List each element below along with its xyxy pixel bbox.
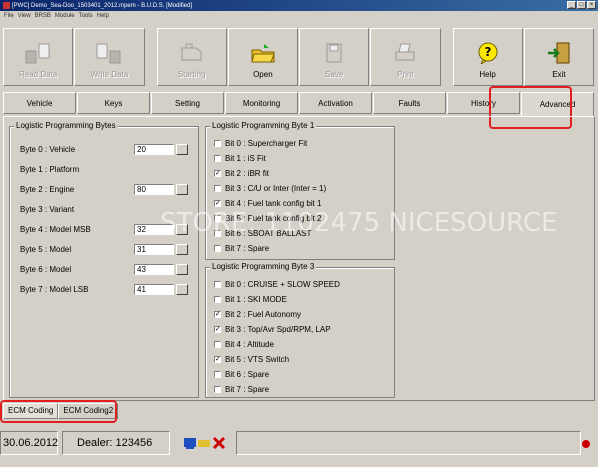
menu-bar: File View BRSB Module Tools Help (0, 11, 598, 20)
byte-0-label: Byte 0 : Vehicle (20, 145, 76, 154)
byte-5-input[interactable]: 31 (134, 244, 174, 255)
byte3-bit5-row[interactable]: ✓ Bit 5 : VTS Switch (214, 355, 289, 364)
status-date: 30.06.2012 (0, 431, 58, 455)
byte3-bit7-row[interactable]: Bit 7 : Spare (214, 385, 269, 394)
byte1-bit0-checkbox[interactable] (214, 140, 221, 147)
byte-4-label: Byte 4 : Model MSB (20, 225, 91, 234)
menu-brsb[interactable]: BRSB (35, 13, 51, 19)
printer-icon (392, 41, 418, 65)
help-icon: ? (475, 41, 501, 65)
logistic-byte3-group: Logistic Programming Byte 3 Bit 0 : CRUI… (205, 262, 395, 398)
minimize-button[interactable]: _ (567, 1, 576, 9)
toolbar: Read Data Write Data Starting Open Save … (3, 28, 595, 88)
byte-0-edit-button[interactable] (176, 144, 188, 155)
byte-2-input[interactable]: 80 (134, 184, 174, 195)
byte-6-edit-button[interactable] (176, 264, 188, 275)
byte1-bit7-row[interactable]: Bit 7 : Spare (214, 244, 269, 253)
byte-0-input[interactable]: 20 (134, 144, 174, 155)
byte3-bit5-checkbox[interactable]: ✓ (214, 356, 221, 363)
byte-2-edit-button[interactable] (176, 184, 188, 195)
tab-monitoring[interactable]: Monitoring (225, 92, 298, 114)
exit-button[interactable]: Exit (523, 28, 594, 86)
byte-7-input[interactable]: 41 (134, 284, 174, 295)
engine-icon (179, 41, 205, 65)
logistic-byte3-title: Logistic Programming Byte 3 (210, 262, 317, 271)
byte-5-label: Byte 5 : Model (20, 245, 72, 254)
ecm-coding-highlight (0, 400, 117, 423)
advanced-panel: Logistic Programming Bytes Byte 0 : Vehi… (3, 116, 595, 401)
byte-7-edit-button[interactable] (176, 284, 188, 295)
app-icon (3, 2, 10, 9)
byte3-bit4-row[interactable]: Bit 4 : Altitude (214, 340, 274, 349)
logistic-bytes-title: Logistic Programming Bytes (14, 121, 118, 130)
byte-6-input[interactable]: 43 (134, 264, 174, 275)
byte1-bit4-row[interactable]: ✓ Bit 4 : Fuel tank config bit 1 (214, 199, 322, 208)
status-message (236, 431, 581, 455)
svg-text:?: ? (484, 45, 491, 59)
status-dealer: Dealer: 123456 (62, 431, 170, 455)
byte-6-label: Byte 6 : Model (20, 265, 72, 274)
byte-7-label: Byte 7 : Model LSB (20, 285, 89, 294)
connection-status (182, 435, 230, 451)
save-button[interactable]: Save (299, 28, 370, 86)
menu-view[interactable]: View (18, 13, 31, 19)
help-button[interactable]: ? Help (452, 28, 523, 86)
byte3-bit4-checkbox[interactable] (214, 341, 221, 348)
print-button[interactable]: Print (370, 28, 441, 86)
tab-faults[interactable]: Faults (373, 92, 446, 114)
byte3-bit1-row[interactable]: Bit 1 : SKI MODE (214, 295, 287, 304)
logistic-byte1-title: Logistic Programming Byte 1 (210, 121, 317, 130)
tab-vehicle[interactable]: Vehicle (3, 92, 76, 114)
window-title: [PWC] Demo_Sea-Doo_1503401_2012.mpem - B… (12, 2, 193, 9)
connection-icon (184, 436, 226, 450)
maximize-button[interactable]: □ (577, 1, 586, 9)
menu-help[interactable]: Help (97, 13, 109, 19)
status-led-icon (582, 440, 590, 448)
byte3-bit7-checkbox[interactable] (214, 386, 221, 393)
save-disk-icon (321, 41, 347, 65)
menu-module[interactable]: Module (55, 13, 75, 19)
read-data-icon (25, 41, 51, 65)
byte3-bit0-row[interactable]: Bit 0 : CRUISE + SLOW SPEED (214, 280, 340, 289)
status-bar: 30.06.2012 Dealer: 123456 (0, 428, 598, 458)
tab-activation[interactable]: Activation (299, 92, 372, 114)
starting-button[interactable]: Starting (156, 28, 227, 86)
byte3-bit6-checkbox[interactable] (214, 371, 221, 378)
write-data-icon (96, 41, 122, 65)
byte-5-edit-button[interactable] (176, 244, 188, 255)
exit-door-icon (546, 41, 572, 65)
byte3-bit0-checkbox[interactable] (214, 281, 221, 288)
byte3-bit6-row[interactable]: Bit 6 : Spare (214, 370, 269, 379)
byte3-bit3-checkbox[interactable]: ✓ (214, 326, 221, 333)
byte-1-label: Byte 1 : Platform (20, 165, 80, 174)
byte1-bit0-row[interactable]: Bit 0 : Supercharger Fit (214, 139, 307, 148)
byte1-bit1-checkbox[interactable] (214, 155, 221, 162)
open-folder-icon (250, 41, 276, 65)
menu-file[interactable]: File (4, 13, 14, 19)
byte3-bit2-row[interactable]: ✓ Bit 2 : Fuel Autonomy (214, 310, 301, 319)
byte1-bit3-row[interactable]: Bit 3 : C/U or Inter (Inter = 1) (214, 184, 326, 193)
logistic-bytes-group: Logistic Programming Bytes Byte 0 : Vehi… (9, 121, 199, 398)
byte-2-label: Byte 2 : Engine (20, 185, 75, 194)
tab-keys[interactable]: Keys (77, 92, 150, 114)
byte-3-label: Byte 3 : Variant (20, 205, 75, 214)
write-data-button[interactable]: Write Data (74, 28, 145, 86)
read-data-button[interactable]: Read Data (3, 28, 74, 86)
byte3-bit2-checkbox[interactable]: ✓ (214, 311, 221, 318)
title-bar: [PWC] Demo_Sea-Doo_1503401_2012.mpem - B… (0, 0, 598, 11)
byte1-bit2-row[interactable]: ✓ Bit 2 : iBR fit (214, 169, 269, 178)
byte1-bit7-checkbox[interactable] (214, 245, 221, 252)
byte1-bit1-row[interactable]: Bit 1 : iS Fit (214, 154, 266, 163)
byte3-bit3-row[interactable]: ✓ Bit 3 : Top/Avr Spd/RPM, LAP (214, 325, 331, 334)
store-watermark: STORE: 1102475 NICESOURCE (160, 208, 558, 238)
logistic-byte1-group: Logistic Programming Byte 1 Bit 0 : Supe… (205, 121, 395, 260)
open-button[interactable]: Open (227, 28, 298, 86)
menu-tools[interactable]: Tools (79, 13, 93, 19)
byte3-bit1-checkbox[interactable] (214, 296, 221, 303)
byte1-bit2-checkbox[interactable]: ✓ (214, 170, 221, 177)
byte1-bit4-checkbox[interactable]: ✓ (214, 200, 221, 207)
byte1-bit3-checkbox[interactable] (214, 185, 221, 192)
close-button[interactable]: × (587, 1, 596, 9)
tab-setting[interactable]: Setting (151, 92, 224, 114)
